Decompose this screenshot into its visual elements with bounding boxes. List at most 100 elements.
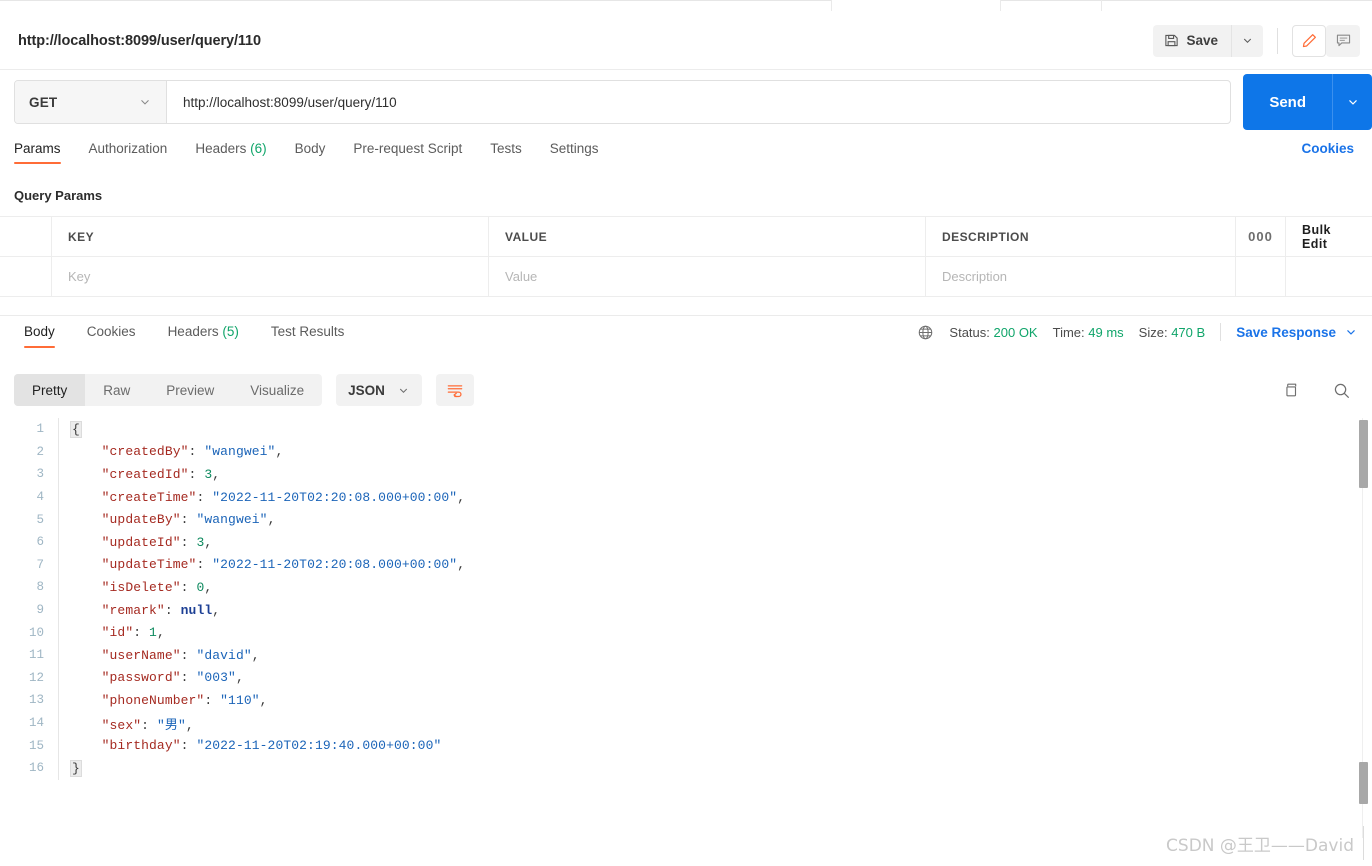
description-input[interactable]: Description [926,257,1236,296]
row-checkbox-cell[interactable] [0,257,52,296]
fold-gutter [58,485,66,509]
response-tab-test-results[interactable]: Test Results [271,322,345,351]
code-token: , [251,647,260,663]
tab-headers[interactable]: Headers (6) [195,138,266,168]
code-token: : [180,579,197,595]
code-line: 7 "updateTime": "2022-11-20T02:20:08.000… [0,553,1372,577]
ellipsis-icon: 000 [1248,229,1273,244]
divider [1277,27,1278,54]
url-row: GET [0,70,1372,134]
code-text: "remark": null, [66,603,220,618]
bulk-edit-button[interactable]: Bulk Edit [1286,217,1372,256]
code-token: "2022-11-20T02:19:40.000+00:00" [196,738,442,754]
fold-gutter [58,711,66,735]
panel-divider[interactable] [0,306,1372,316]
code-token: , [275,444,284,460]
value-input[interactable]: Value [489,257,926,296]
code-text: "updateTime": "2022-11-20T02:20:08.000+0… [66,557,465,572]
size-label: Size: [1138,324,1168,340]
chevron-down-icon [138,95,152,109]
response-tab-body[interactable]: Body [24,322,55,351]
code-token: : [188,466,205,482]
tab-count-badge: (6) [250,141,267,156]
tab-pre-request-script[interactable]: Pre-request Script [353,138,462,168]
fold-gutter [58,508,66,531]
search-button[interactable] [1324,374,1358,406]
word-wrap-button[interactable] [435,374,474,406]
tab-body[interactable]: Body [295,138,326,168]
tab-settings[interactable]: Settings [550,138,599,168]
format-select[interactable]: JSON [336,374,422,406]
query-params-table: KEY VALUE DESCRIPTION 000 Bulk Edit Key … [0,216,1372,297]
fold-gutter [58,576,66,599]
time-badge: Time: 49 ms [1053,325,1124,340]
tab-label: Headers [195,141,247,156]
response-tab-cookies[interactable]: Cookies [87,322,136,351]
response-meta: Status: 200 OK Time: 49 ms Size: 470 B S… [917,322,1372,341]
time-value: 49 ms [1088,324,1124,340]
url-input[interactable] [167,81,1230,123]
code-token: "createdBy" [101,444,189,460]
line-number: 8 [36,580,44,595]
send-options-button[interactable] [1332,74,1372,130]
scrollbar-mark [1359,762,1368,804]
code-line: 15 "birthday": "2022-11-20T02:19:40.000+… [0,734,1372,757]
tab-tests[interactable]: Tests [490,138,522,168]
fold-gutter [58,734,66,757]
code-token: : [180,738,197,754]
fold-gutter [58,553,66,577]
view-pretty[interactable]: Pretty [14,374,86,406]
code-token: , [156,625,165,641]
status-badge: Status: 200 OK [949,325,1037,340]
http-method-select[interactable]: GET [15,81,167,123]
column-header-description: DESCRIPTION [926,217,1236,256]
save-button[interactable]: Save [1153,24,1231,57]
line-number: 10 [28,625,44,640]
key-input[interactable]: Key [52,257,489,296]
edit-pencil-button[interactable] [1292,24,1326,57]
row-spacer-cell [1286,257,1372,296]
response-tabs: Body Cookies Headers (5) Test Results St… [0,322,1372,360]
time-label: Time: [1052,324,1085,340]
code-token: } [70,759,82,777]
fold-gutter [58,440,66,464]
tab-authorization[interactable]: Authorization [89,138,168,168]
tab-label: Params [14,141,61,156]
fold-gutter [58,689,66,712]
response-tab-headers[interactable]: Headers (5) [168,322,239,351]
tab-label: Tests [490,141,522,156]
scrollbar-thumb[interactable] [1359,420,1368,488]
line-number: 4 [36,490,44,505]
line-number: 15 [28,738,44,753]
more-options-button[interactable]: 000 [1236,217,1286,256]
tab-params[interactable]: Params [14,138,61,168]
code-token: "男" [156,717,186,733]
fold-gutter [58,643,66,667]
tab-count-badge: (5) [222,324,239,339]
view-preview[interactable]: Preview [148,374,232,406]
save-options-button[interactable] [1231,24,1263,57]
view-raw[interactable]: Raw [85,374,148,406]
cookies-link[interactable]: Cookies [1301,138,1354,156]
copy-button[interactable] [1274,374,1308,406]
code-token: , [185,717,194,733]
fold-gutter [58,621,66,644]
code-token: , [457,489,466,505]
divider [1220,323,1222,341]
comments-button[interactable] [1326,24,1360,57]
column-header-value: VALUE [489,217,926,256]
code-token: "110" [220,692,260,708]
save-response-button[interactable]: Save Response [1236,325,1358,340]
response-body-code[interactable]: 1{2 "createdBy": "wangwei", 3 "createdId"… [0,418,1372,818]
send-button[interactable]: Send [1243,74,1332,130]
code-text: "password": "003", [66,670,244,685]
response-scrollbar[interactable] [1358,418,1369,838]
fold-gutter [58,756,66,780]
code-token: null [180,602,213,618]
code-line: 10 "id": 1, [0,621,1372,644]
code-line: 9 "remark": null, [0,598,1372,622]
view-visualize[interactable]: Visualize [232,374,322,406]
